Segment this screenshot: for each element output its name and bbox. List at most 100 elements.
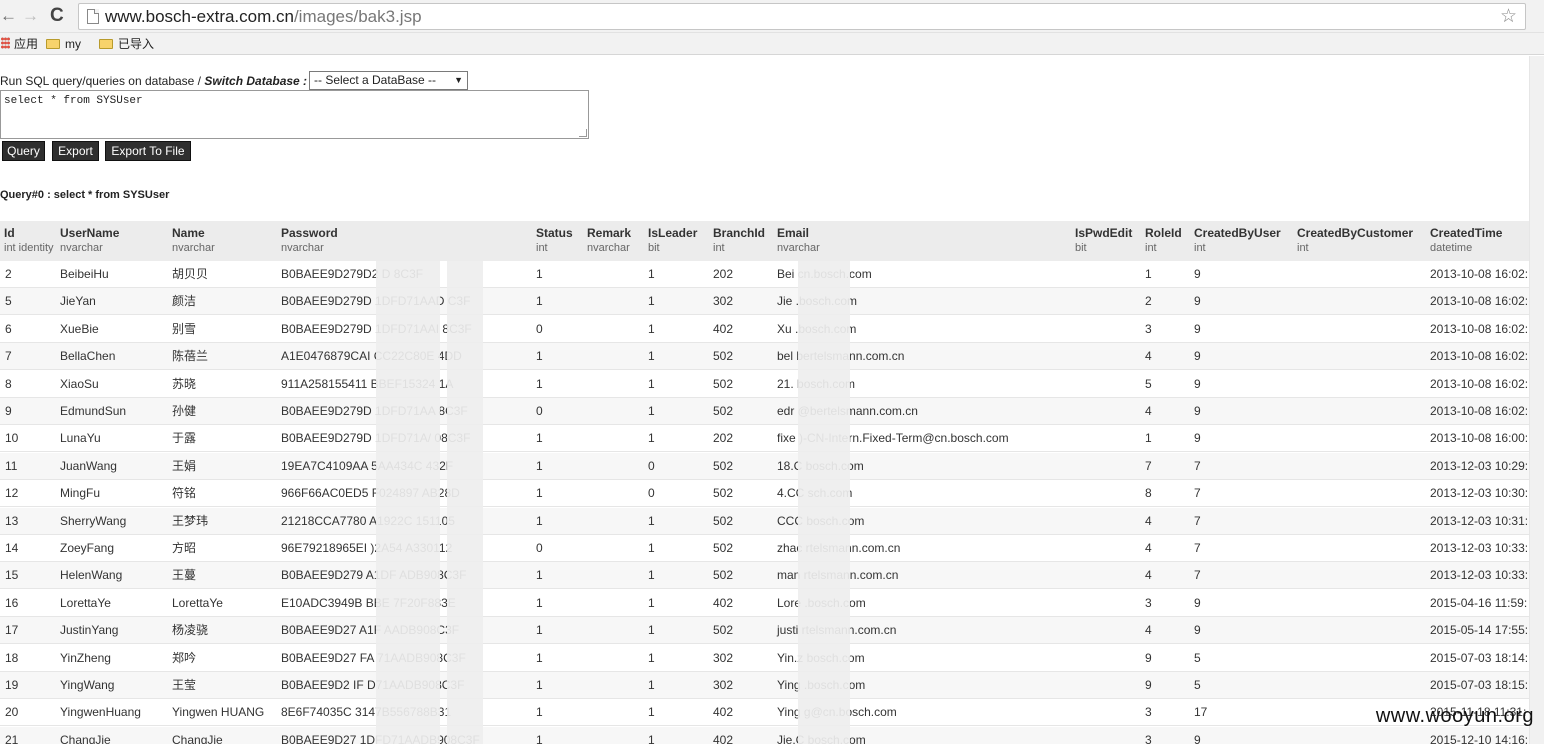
cell-createdtime: 2013-10-08 16:02:	[1430, 294, 1529, 309]
resize-grip-icon[interactable]	[579, 129, 587, 137]
cell-status: 1	[536, 678, 543, 692]
cell-roleid: 9	[1145, 678, 1152, 692]
column-type: nvarchar	[281, 242, 324, 254]
column-header-roleid: RoleId int	[1145, 226, 1182, 256]
cell-username: YingWang	[60, 678, 115, 692]
cell-createdtime: 2013-12-03 10:33:	[1430, 541, 1529, 555]
forward-arrow-icon[interactable]: →	[22, 4, 39, 28]
column-header-id: Id int identity	[4, 226, 54, 256]
cell-roleid: 3	[1145, 595, 1152, 610]
cell-isleader: 1	[648, 732, 655, 744]
cell-status: 1	[536, 732, 543, 744]
export-button[interactable]: Export	[52, 141, 99, 161]
cell-status: 1	[536, 376, 543, 391]
cell-username: LunaYu	[60, 431, 101, 446]
cell-username: YingwenHuang	[60, 705, 141, 720]
table-row: 15 HelenWang 王蔓 B0BAEE9D279 A1DF ADB908C3F 1…	[0, 562, 1529, 590]
address-bar[interactable]: www.bosch-extra.com.cn/images/bak3.jsp ☆	[78, 3, 1526, 30]
cell-username: JuanWang	[60, 458, 117, 473]
column-name: BranchId	[713, 226, 766, 240]
reload-icon[interactable]: C	[50, 4, 64, 28]
cell-roleid: 4	[1145, 568, 1152, 583]
cell-isleader: 1	[648, 349, 655, 364]
query-result-title: Query#0 : select * from SYSUser	[0, 189, 170, 201]
cell-roleid: 4	[1145, 513, 1152, 528]
column-type: nvarchar	[587, 242, 630, 254]
cell-createdtime: 2015-07-03 18:15:	[1430, 678, 1529, 692]
cell-isleader: 1	[648, 623, 655, 638]
column-header-isleader: IsLeader bit	[648, 226, 697, 256]
result-table: Id int identity UserName nvarchar Name nvarch…	[0, 221, 1529, 744]
table-row: 21ChangJieChangJieB0BAEE9D27 1DFD71AADB9…	[0, 726, 1529, 744]
cell-isleader: 1	[648, 568, 655, 583]
cell-isleader: 0	[648, 458, 655, 473]
table-row: 2 BeibeiHu 胡贝贝 B0BAEE9D279D2 D 8C3F 1 1 202 Bei…	[0, 261, 1529, 288]
cell-createdtime: 2013-12-03 10:30:	[1430, 486, 1529, 501]
page-icon	[87, 9, 99, 24]
cell-status: 1	[536, 623, 543, 638]
database-select[interactable]: -- Select a DataBase -- ▼	[309, 71, 468, 90]
cell-name: 陈蓓兰	[172, 349, 209, 364]
cell-name: 苏晓	[172, 376, 197, 391]
cell-id: 19	[5, 678, 19, 692]
cell-name: 孙健	[172, 404, 197, 418]
cell-roleid: 4	[1145, 349, 1152, 364]
cell-id: 18	[5, 650, 19, 665]
column-header-createdbyuser: CreatedByUser int	[1194, 226, 1281, 256]
table-row: 7 BellaChen 陈蓓兰 A1E0476879CAI CC22C80E 4DD 1…	[0, 343, 1529, 371]
cell-username: JieYan	[60, 294, 96, 309]
table-row: 12 MingFu 符铭 966F66AC0ED5 F024897 AB28D 1 0 50…	[0, 480, 1529, 508]
cell-branchid: 502	[713, 513, 734, 528]
censor-blur	[376, 261, 440, 744]
cell-isleader: 1	[648, 404, 655, 418]
cell-name: 于露	[172, 431, 197, 446]
cell-createdtime: 2015-05-14 17:55:	[1430, 623, 1529, 638]
cell-username: XiaoSu	[60, 376, 99, 391]
cell-createdtime: 2015-04-16 11:59:	[1430, 595, 1528, 610]
table-row: 11 JuanWang 王娟 19EA7C4109AA 5AA434C 432F 1 0 5…	[0, 452, 1529, 480]
cell-status: 1	[536, 349, 543, 364]
column-type: int	[536, 242, 548, 254]
cell-username: HelenWang	[60, 568, 123, 583]
cell-status: 1	[536, 705, 543, 720]
cell-branchid: 402	[713, 732, 734, 744]
cell-username: EdmundSun	[60, 404, 127, 418]
column-name: Id	[4, 226, 15, 240]
cell-isleader: 1	[648, 431, 655, 446]
cell-username: YinZheng	[60, 650, 111, 665]
cell-id: 13	[5, 513, 19, 528]
cell-status: 1	[536, 595, 543, 610]
cell-name: Yingwen HUANG	[172, 705, 265, 720]
bookmark-imported[interactable]: 已导入	[99, 36, 154, 52]
cell-branchid: 502	[713, 486, 734, 501]
bookmark-apps[interactable]: 应用	[1, 36, 38, 52]
bookmark-star-icon[interactable]: ☆	[1500, 5, 1517, 28]
cell-roleid: 4	[1145, 404, 1152, 418]
cell-name: 方昭	[172, 541, 197, 555]
column-type: bit	[648, 242, 660, 254]
cell-createdbyuser: 9	[1194, 294, 1201, 309]
export-to-file-button[interactable]: Export To File	[105, 141, 191, 161]
column-name: IsLeader	[648, 226, 698, 240]
cell-isleader: 1	[648, 267, 655, 281]
table-row: 20 YingwenHuang Yingwen HUANG 8E6F74035C 31…	[0, 699, 1529, 727]
bookmark-my[interactable]: my	[46, 36, 81, 52]
cell-createdtime: 2013-10-08 16:02:	[1430, 404, 1529, 418]
column-header-password: Password nvarchar	[281, 226, 338, 256]
query-button[interactable]: Query	[2, 141, 45, 161]
vertical-scrollbar[interactable]	[1529, 56, 1544, 744]
cell-id: 20	[5, 705, 19, 720]
cell-name: ChangJie	[172, 732, 223, 744]
watermark: www.wooyun.org	[1375, 705, 1534, 727]
column-name: IsPwdEdit	[1075, 226, 1133, 240]
cell-createdbyuser: 17	[1194, 705, 1208, 720]
sql-query-textarea[interactable]: select * from SYSUser	[0, 90, 589, 139]
cell-branchid: 302	[713, 294, 734, 309]
cell-username: JustinYang	[60, 623, 119, 638]
cell-createdtime: 2015-07-03 18:14:	[1430, 650, 1529, 665]
cell-createdtime: 2013-10-08 16:02:	[1430, 321, 1529, 336]
cell-branchid: 502	[713, 623, 734, 638]
back-arrow-icon[interactable]: ←	[0, 4, 17, 28]
cell-branchid: 502	[713, 349, 734, 364]
cell-createdbyuser: 9	[1194, 376, 1201, 391]
